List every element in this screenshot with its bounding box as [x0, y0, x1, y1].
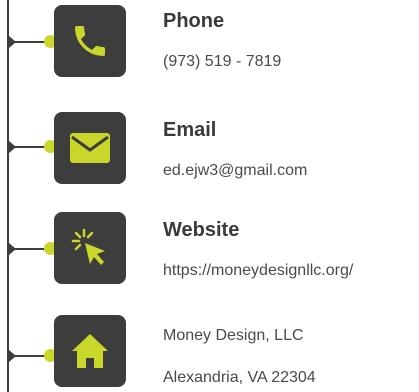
contact-item-phone: Phone (973) 519 - 7819 — [0, 0, 419, 80]
cursor-click-icon — [71, 228, 105, 265]
phone-icon-box[interactable] — [54, 5, 126, 77]
envelope-icon — [70, 133, 110, 163]
cursor-icon-box[interactable] — [54, 212, 126, 284]
contact-item-email: Email ed.ejw3@gmail.com — [0, 109, 419, 189]
address-line-company: Money Design, LLC — [163, 327, 304, 344]
contact-website-url[interactable]: https://moneydesignllc.org/ — [163, 262, 353, 280]
contact-email-address[interactable]: ed.ejw3@gmail.com — [163, 162, 307, 180]
contact-item-website: Website https://moneydesignllc.org/ — [0, 209, 419, 289]
contact-title-email: Email — [163, 119, 217, 141]
contact-phone-number[interactable]: (973) 519 - 7819 — [163, 53, 281, 71]
contact-title-website: Website — [163, 219, 240, 241]
envelope-icon-box[interactable] — [54, 112, 126, 184]
home-icon — [72, 334, 108, 368]
phone-icon — [75, 26, 105, 56]
contact-title-phone: Phone — [163, 10, 225, 32]
home-icon-box[interactable] — [54, 315, 126, 387]
address-line-city: Alexandria, VA 22304 — [163, 369, 316, 386]
contact-item-address: Money Design, LLC Alexandria, VA 22304 — [0, 312, 419, 392]
